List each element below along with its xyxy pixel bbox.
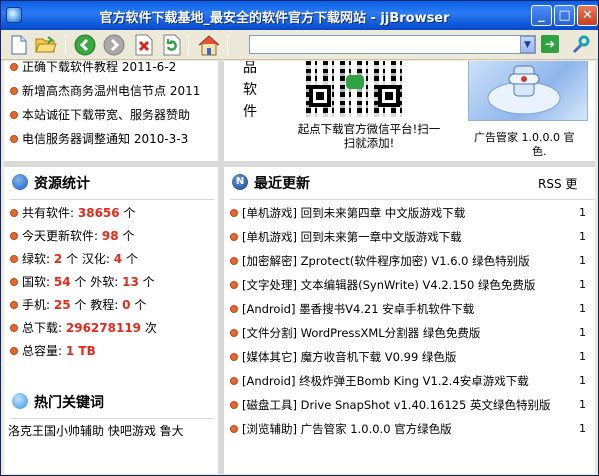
update-item[interactable]: [媒体其它] 魔方收音机下载 V0.99 绿色版 bbox=[224, 345, 456, 369]
updates-panel: N 最近更新 RSS 更 [单机游戏] 回到未来第四章 中文版游戏下载 [单机游戏… bbox=[224, 167, 595, 474]
bullet-icon bbox=[10, 62, 18, 71]
window-title: 官方软件下载基地_最安全的软件官方下载网站 - jjBrowser bbox=[99, 11, 450, 26]
bullet-icon bbox=[10, 86, 18, 95]
update-date-column: 1111111111 bbox=[579, 206, 586, 435]
bullet-icon bbox=[230, 352, 238, 361]
bullet-icon bbox=[10, 254, 18, 263]
open-folder-icon[interactable] bbox=[34, 33, 58, 57]
address-input[interactable] bbox=[249, 35, 536, 54]
bullet-icon bbox=[10, 110, 18, 119]
stat-mobile-tutorial: 手机: 25 个 教程: 0 个 bbox=[4, 294, 146, 317]
stats-icon bbox=[12, 174, 28, 190]
bullet-icon bbox=[10, 346, 18, 355]
bullet-icon bbox=[10, 231, 18, 240]
page-viewport: 正确下载软件教程 2011-6-2 新增高杰商务温州电信节点 2011 本站诚征… bbox=[4, 61, 595, 474]
updates-icon: N bbox=[232, 174, 248, 190]
minimize-button[interactable]: _ bbox=[531, 5, 552, 26]
news-item[interactable]: 本站诚征下载带宽、服务器赞助 bbox=[4, 103, 190, 127]
stat-downloads: 总下载: 296278119 次 bbox=[4, 317, 157, 340]
stat-total: 共有软件: 38656 个 bbox=[4, 202, 135, 225]
app-icon bbox=[6, 7, 22, 23]
refresh-icon[interactable] bbox=[160, 33, 184, 57]
update-item[interactable]: [Android] 终极炸弹王Bomb King V1.2.4安卓游戏下载 bbox=[224, 369, 529, 393]
update-item[interactable]: [文字处理] 文本编辑器(SynWrite) V4.2.150 绿色免费版 bbox=[224, 273, 535, 297]
browser-window: 官方软件下载基地_最安全的软件官方下载网站 - jjBrowser _ □ ✕ bbox=[0, 0, 599, 476]
stat-guo-wai: 国软: 54 个 外软: 13 个 bbox=[4, 271, 155, 294]
bullet-icon bbox=[230, 376, 238, 385]
bullet-icon bbox=[230, 400, 238, 409]
news-panel: 正确下载软件教程 2011-6-2 新增高杰商务温州电信节点 2011 本站诚征… bbox=[4, 61, 218, 161]
stat-capacity: 总容量: 1 TB bbox=[4, 340, 96, 363]
close-button[interactable]: ✕ bbox=[577, 5, 598, 26]
wechat-caption: 起点下载官方微信平台!扫一 扫就添加! bbox=[297, 122, 441, 150]
tools-icon[interactable] bbox=[569, 33, 593, 57]
toolbar: ▼ ➔ bbox=[1, 30, 598, 60]
stat-today: 今天更新软件: 98 个 bbox=[4, 225, 134, 248]
stat-green-hanhua: 绿软: 2 个 汉化: 4 个 bbox=[4, 248, 138, 271]
updates-heading: N 最近更新 bbox=[232, 171, 310, 197]
update-item[interactable]: [单机游戏] 回到未来第四章 中文版游戏下载 bbox=[224, 201, 465, 225]
bullet-icon bbox=[10, 300, 18, 309]
stop-icon[interactable] bbox=[132, 33, 156, 57]
keywords-heading: 热门关键词 bbox=[12, 390, 104, 416]
promo-panel: 品 软 件 起点下载官方微信平台!扫一 扫就添加! 广告管家 1.0.0.0 官… bbox=[224, 61, 595, 161]
keywords-icon bbox=[12, 393, 28, 409]
new-page-icon[interactable] bbox=[7, 33, 31, 57]
update-item[interactable]: [文件分割] WordPressXML分割器 绿色免费版 bbox=[224, 321, 480, 345]
promo-side-text: 品 软 件 bbox=[243, 61, 257, 120]
address-dropdown-button[interactable]: ▼ bbox=[520, 36, 535, 53]
bullet-icon bbox=[230, 208, 238, 217]
bullet-icon bbox=[230, 232, 238, 241]
title-bar[interactable]: 官方软件下载基地_最安全的软件官方下载网站 - jjBrowser _ □ ✕ bbox=[1, 1, 598, 30]
bullet-icon bbox=[10, 323, 18, 332]
qr-code[interactable] bbox=[306, 61, 404, 117]
update-item[interactable]: [单机游戏] 回到未来第一章中文版游戏下载 bbox=[224, 225, 462, 249]
update-item[interactable]: [磁盘工具] Drive SnapShot v1.40.16125 英文绿色特别… bbox=[224, 393, 550, 417]
keywords-panel: 热门关键词 洛克王国小帅辅助 快吧游戏 鲁大 bbox=[4, 387, 218, 474]
news-item[interactable]: 新增高杰商务温州电信节点 2011 bbox=[4, 79, 200, 103]
bullet-icon bbox=[230, 256, 238, 265]
update-item[interactable]: [浏览辅助] 广告管家 1.0.0.0 官方绿色版 bbox=[224, 417, 452, 441]
rss-link[interactable]: RSS 更 bbox=[538, 173, 577, 195]
bullet-icon bbox=[10, 208, 18, 217]
news-item[interactable]: 电信服务器调整通知 2010-3-3 bbox=[4, 127, 188, 151]
bullet-icon bbox=[230, 424, 238, 433]
keywords-line[interactable]: 洛克王国小帅辅助 快吧游戏 鲁大 bbox=[8, 421, 184, 441]
bullet-icon bbox=[230, 304, 238, 313]
back-icon[interactable] bbox=[73, 33, 97, 57]
stats-panel: 资源统计 共有软件: 38656 个 今天更新软件: 98 个 绿软: 2 个 … bbox=[4, 167, 218, 391]
home-icon[interactable] bbox=[197, 33, 221, 57]
bullet-icon bbox=[10, 277, 18, 286]
bullet-icon bbox=[230, 328, 238, 337]
go-button[interactable]: ➔ bbox=[541, 35, 559, 53]
ad-image[interactable] bbox=[468, 61, 588, 121]
maximize-button[interactable]: □ bbox=[554, 5, 575, 26]
ad-caption[interactable]: 广告管家 1.0.0.0 官 色. bbox=[474, 131, 594, 159]
news-item[interactable]: 正确下载软件教程 2011-6-2 bbox=[4, 61, 176, 79]
bullet-icon bbox=[230, 280, 238, 289]
forward-icon[interactable] bbox=[102, 33, 126, 57]
bullet-icon bbox=[10, 134, 18, 143]
stats-heading: 资源统计 bbox=[12, 171, 90, 197]
update-item[interactable]: [加密解密] Zprotect(软件程序加密) V1.6.0 绿色特别版 bbox=[224, 249, 530, 273]
update-item[interactable]: [Android] 墨香搜书V4.21 安卓手机软件下载 bbox=[224, 297, 474, 321]
